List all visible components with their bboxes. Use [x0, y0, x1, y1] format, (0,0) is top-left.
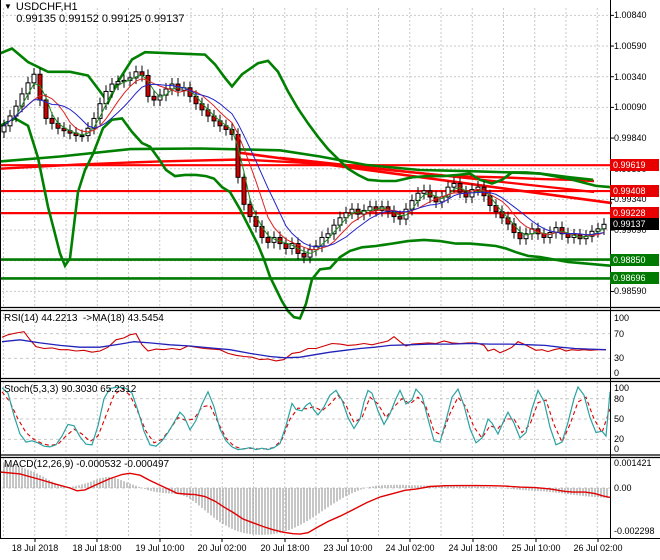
indicator-axis-label: 0.00	[614, 483, 632, 493]
chart-dropdown-arrow-icon[interactable]: ▼	[4, 2, 12, 11]
level-price-badge: 0.98850	[610, 253, 659, 266]
chart-ohlc-values: 0.99135 0.99152 0.99125 0.99137	[16, 13, 185, 25]
rsi-indicator-label: RSI(14) 44.2213 ->MA(18) 43.5454	[4, 313, 164, 324]
stoch-indicator-label: Stoch(5,3,3) 90.3030 65.2312	[4, 384, 137, 395]
current-price-badge: 0.99137	[610, 218, 659, 231]
time-axis-label: 18 Jul 18:00	[72, 543, 122, 553]
time-axis-label: 20 Jul 02:00	[197, 543, 247, 553]
indicator-axis-label: -0.002298	[614, 526, 655, 536]
time-axis-label: 25 Jul 10:00	[511, 543, 561, 553]
chart-canvas[interactable]	[0, 0, 660, 560]
time-axis-label: 19 Jul 10:00	[135, 543, 185, 553]
time-axis-label: 23 Jul 10:00	[323, 543, 373, 553]
price-grid-label: 1.00340	[614, 71, 647, 82]
time-axis-label: 18 Jul 2018	[11, 543, 59, 553]
price-grid-label: 1.00590	[614, 41, 647, 52]
indicator-axis-label: 100	[614, 383, 630, 393]
indicator-axis-label: 50	[614, 414, 625, 424]
macd-indicator-label: MACD(12,26,9) -0.000532 -0.000497	[4, 459, 170, 470]
price-grid-label: 0.98590	[614, 286, 647, 297]
indicator-axis-label: 20	[614, 434, 625, 445]
indicator-axis-label: 30	[614, 353, 625, 364]
chart-title: ▼ USDCHF,H1 0.99135 0.99152 0.99125 0.991…	[4, 1, 184, 25]
indicator-axis-label: 80	[614, 393, 625, 404]
level-price-badge: 0.98696	[610, 272, 659, 285]
chart-symbol-period: USDCHF,H1	[15, 1, 78, 13]
indicator-axis-label: 100	[614, 313, 630, 323]
level-price-badge: 0.99619	[610, 159, 659, 172]
indicator-axis-label: 70	[614, 328, 625, 339]
trading-chart-window: ▼ USDCHF,H1 0.99135 0.99152 0.99125 0.991…	[0, 0, 660, 560]
price-grid-label: 1.00090	[614, 102, 647, 113]
level-price-badge: 0.99408	[610, 185, 659, 198]
price-grid-label: 0.99840	[614, 133, 647, 144]
indicator-axis-label: 0.001421	[614, 458, 652, 468]
price-grid-label: 1.00840	[614, 10, 647, 21]
time-axis-label: 24 Jul 02:00	[385, 543, 435, 553]
time-axis-label: 26 Jul 02:00	[573, 543, 623, 553]
indicator-axis-label: 0	[614, 444, 620, 454]
time-axis-label: 24 Jul 18:00	[448, 543, 498, 553]
time-axis-label: 20 Jul 18:00	[260, 543, 310, 553]
indicator-axis-label: 0	[614, 368, 620, 378]
